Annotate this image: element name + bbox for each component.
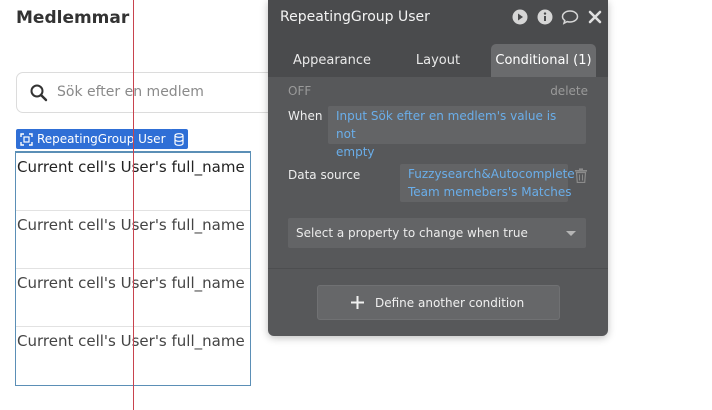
database-icon — [174, 132, 184, 146]
chevron-down-icon — [566, 231, 576, 236]
data-source-line: Team memebers's Matches — [408, 185, 572, 199]
property-select[interactable]: Select a property to change when true — [288, 218, 586, 248]
tab-appearance[interactable]: Appearance — [286, 44, 378, 77]
alignment-guide — [133, 0, 134, 410]
trash-icon[interactable] — [574, 168, 588, 183]
panel-header[interactable]: RepeatingGroup User — [268, 0, 608, 34]
cell-full-name: Current cell's User's full_name — [17, 216, 245, 234]
info-icon[interactable] — [537, 9, 553, 25]
when-expression[interactable]: Input Sök efter en medlem's value is not… — [328, 106, 586, 159]
divider — [268, 268, 608, 269]
panel-title: RepeatingGroup User — [280, 9, 430, 25]
cell-full-name: Current cell's User's full_name — [17, 158, 245, 176]
data-source-expression[interactable]: Fuzzysearch&Autocomplete Team memebers's… — [400, 164, 575, 202]
property-editor-panel: RepeatingGroup User Appearance Layout Co… — [268, 0, 608, 336]
property-select-value: Select a property to change when true — [296, 226, 528, 240]
tab-layout[interactable]: Layout — [400, 44, 476, 77]
search-icon — [30, 84, 48, 102]
condition-delete-link[interactable]: delete — [550, 84, 588, 98]
data-source-line: Fuzzysearch&Autocomplete — [408, 167, 575, 181]
define-another-condition-button[interactable]: Define another condition — [317, 285, 560, 320]
search-input[interactable]: Sök efter en medlem — [16, 72, 286, 113]
define-button-label: Define another condition — [375, 296, 525, 310]
cell-full-name: Current cell's User's full_name — [17, 332, 245, 350]
tab-conditional[interactable]: Conditional (1) — [491, 44, 596, 77]
cell-full-name: Current cell's User's full_name — [17, 274, 245, 292]
panel-tabs: Appearance Layout Conditional (1) — [268, 34, 608, 77]
comment-icon[interactable] — [561, 9, 579, 25]
plus-icon — [351, 296, 364, 309]
when-expression-line: empty — [336, 145, 375, 159]
database-tag[interactable] — [170, 129, 188, 149]
repeating-group-tag[interactable]: RepeatingGroup User — [16, 129, 172, 149]
play-icon[interactable] — [512, 9, 528, 25]
search-placeholder: Sök efter en medlem — [57, 84, 204, 100]
repeating-group-tag-label: RepeatingGroup User — [37, 132, 166, 146]
condition-off-toggle[interactable]: OFF — [288, 84, 311, 98]
page-title: Medlemmar — [16, 8, 130, 28]
close-icon[interactable] — [588, 10, 602, 24]
group-select-icon — [20, 132, 33, 146]
when-label: When — [288, 109, 323, 123]
when-expression-line: Input Sök efter en medlem's value is not — [336, 109, 557, 141]
data-source-label: Data source — [288, 168, 361, 182]
